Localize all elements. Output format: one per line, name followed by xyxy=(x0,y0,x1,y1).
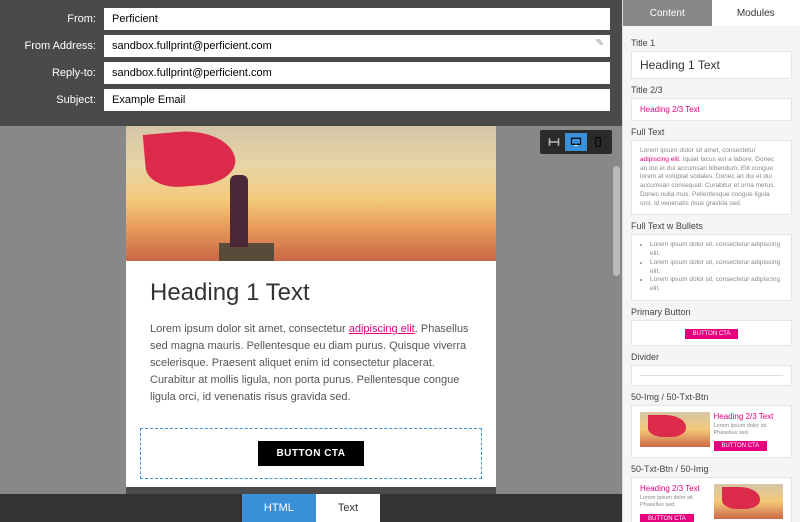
reply-to-label: Reply-to: xyxy=(12,67,104,79)
email-footer: Manage Preferences / Unsubscribe xyxy=(126,487,496,494)
module-label: Divider xyxy=(631,352,792,362)
module-label: 50-Txt-Btn / 50-Img xyxy=(631,464,792,474)
module-divider[interactable] xyxy=(631,365,792,386)
text-tab[interactable]: Text xyxy=(316,494,380,522)
module-title-1[interactable]: Heading 1 Text xyxy=(631,51,792,79)
module-label: Full Text xyxy=(631,127,792,137)
subject-label: Subject: xyxy=(12,94,104,106)
module-label: Full Text w Bullets xyxy=(631,221,792,231)
email-heading-1: Heading 1 Text xyxy=(150,279,472,307)
module-label: Title 2/3 xyxy=(631,85,792,95)
module-50txtbtn-50img[interactable]: Heading 2/3 Text Lorem ipsum dolor sit. … xyxy=(631,477,792,522)
module-primary-button[interactable]: BUTTON CTA xyxy=(631,320,792,346)
email-body-text: Lorem ipsum dolor sit amet, consectetur … xyxy=(150,321,472,406)
reply-to-input[interactable] xyxy=(104,62,610,84)
thumb-image xyxy=(714,484,784,519)
pin-icon[interactable]: ✎ xyxy=(596,38,604,49)
device-desktop-button[interactable] xyxy=(565,133,587,151)
module-title-23[interactable]: Heading 2/3 Text xyxy=(631,98,792,121)
right-panel: Content Modules Title 1 Heading 1 Text T… xyxy=(622,0,800,522)
email-preview[interactable]: Heading 1 Text Lorem ipsum dolor sit ame… xyxy=(126,126,496,494)
view-mode-tabs: HTML Text xyxy=(0,494,622,522)
from-address-input[interactable]: ✎ xyxy=(104,35,610,57)
modules-list[interactable]: Title 1 Heading 1 Text Title 2/3 Heading… xyxy=(623,26,800,522)
device-mobile-button[interactable] xyxy=(587,133,609,151)
module-full-text[interactable]: Lorem ipsum dolor sit amet, consectetur … xyxy=(631,140,792,215)
module-50img-50txtbtn[interactable]: Heading 2/3 Text Lorem ipsum dolor sit. … xyxy=(631,405,792,458)
html-tab[interactable]: HTML xyxy=(242,494,316,522)
subject-input[interactable] xyxy=(104,89,610,111)
from-address-label: From Address: xyxy=(12,40,104,52)
email-canvas: Heading 1 Text Lorem ipsum dolor sit ame… xyxy=(0,126,622,494)
module-bullets[interactable]: Lorem ipsum dolor sit, consectetur adipi… xyxy=(631,234,792,301)
device-preview-bar xyxy=(540,130,612,154)
body-link[interactable]: adipiscing elit xyxy=(349,323,415,335)
hero-image xyxy=(126,126,496,261)
cta-button[interactable]: BUTTON CTA xyxy=(258,441,363,466)
module-label: Primary Button xyxy=(631,307,792,317)
canvas-scrollbar[interactable] xyxy=(613,166,620,276)
module-label: Title 1 xyxy=(631,38,792,48)
content-tab[interactable]: Content xyxy=(623,0,712,26)
from-input[interactable] xyxy=(104,8,610,30)
cta-drop-zone[interactable]: BUTTON CTA xyxy=(140,428,482,479)
thumb-image xyxy=(640,412,710,447)
device-fullwidth-button[interactable] xyxy=(543,133,565,151)
module-label: 50-Img / 50-Txt-Btn xyxy=(631,392,792,402)
from-label: From: xyxy=(12,13,104,25)
modules-tab[interactable]: Modules xyxy=(712,0,800,26)
header-fields: From: From Address: ✎ Reply-to: Subject: xyxy=(0,0,622,126)
